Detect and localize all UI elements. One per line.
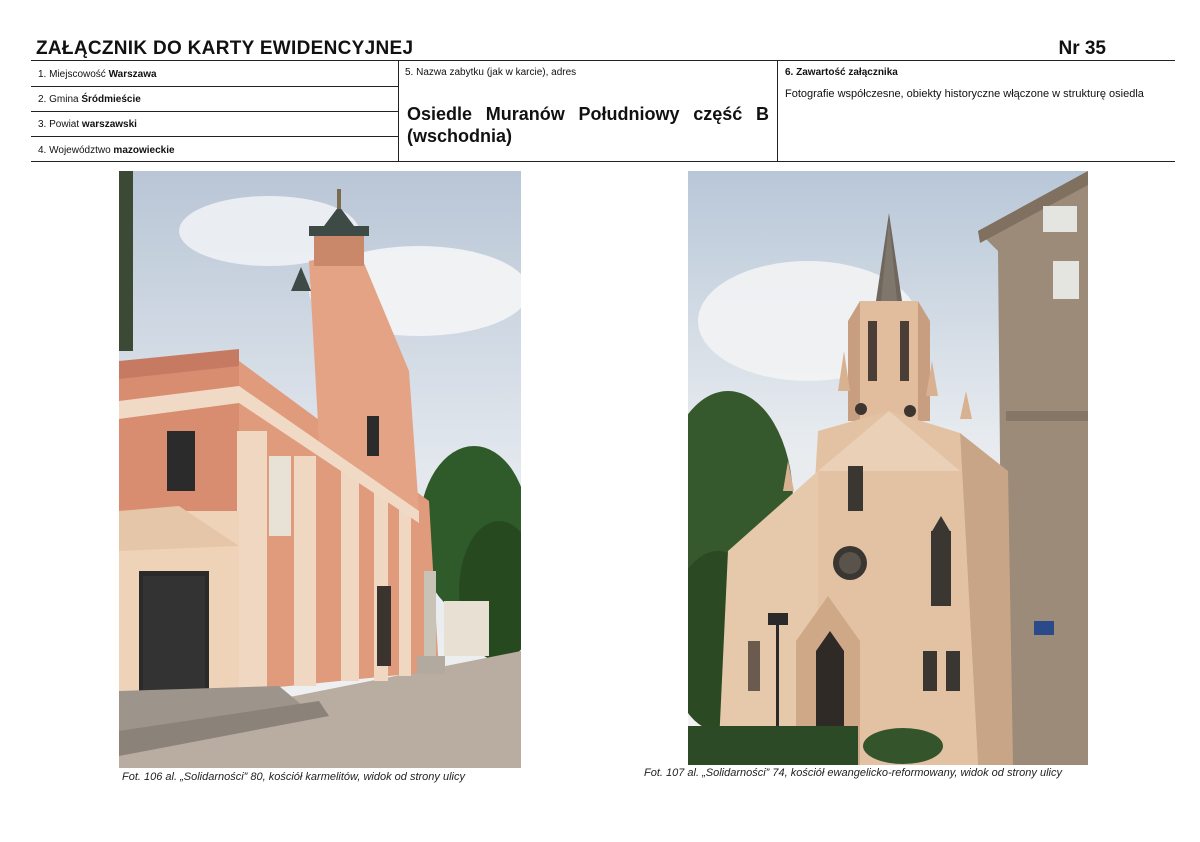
field-nazwa-label: 5. Nazwa zabytku (jak w karcie), adres [405, 67, 577, 78]
field-gmina: 2. Gmina Śródmieście [38, 94, 141, 105]
page-title: ZAŁĄCZNIK DO KARTY EWIDENCYJNEJ [36, 38, 414, 59]
photo-107-caption: Fot. 107 al. „Solidarności” 74, kościół … [644, 767, 1062, 779]
photo-106-carmelite-church [119, 171, 521, 768]
field-zawartosc-label: 6. Zawartość załącznika [785, 67, 898, 78]
grid-row-line-3 [31, 136, 398, 137]
field-wojewodztwo: 4. Województwo mazowieckie [38, 145, 175, 156]
grid-row-line-2 [31, 111, 398, 112]
grid-divider-1 [398, 60, 399, 162]
attachment-contents: Fotografie współczesne, obiekty historyc… [785, 88, 1144, 100]
field-miejscowosc: 1. Miejscowość Warszawa [38, 69, 157, 80]
field-powiat: 3. Powiat warszawski [38, 119, 137, 130]
photo-106-caption: Fot. 106 al. „Solidarności” 80, kościół … [122, 771, 465, 783]
grid-bottom-line [31, 161, 1175, 162]
grid-divider-2 [777, 60, 778, 162]
photo-107-reformed-church [688, 171, 1088, 765]
document-number: Nr 35 [1058, 38, 1106, 59]
grid-row-line-1 [31, 86, 398, 87]
monument-name: Osiedle Muranów Południowy część B (wsch… [407, 104, 769, 146]
header-rule [31, 60, 1175, 61]
